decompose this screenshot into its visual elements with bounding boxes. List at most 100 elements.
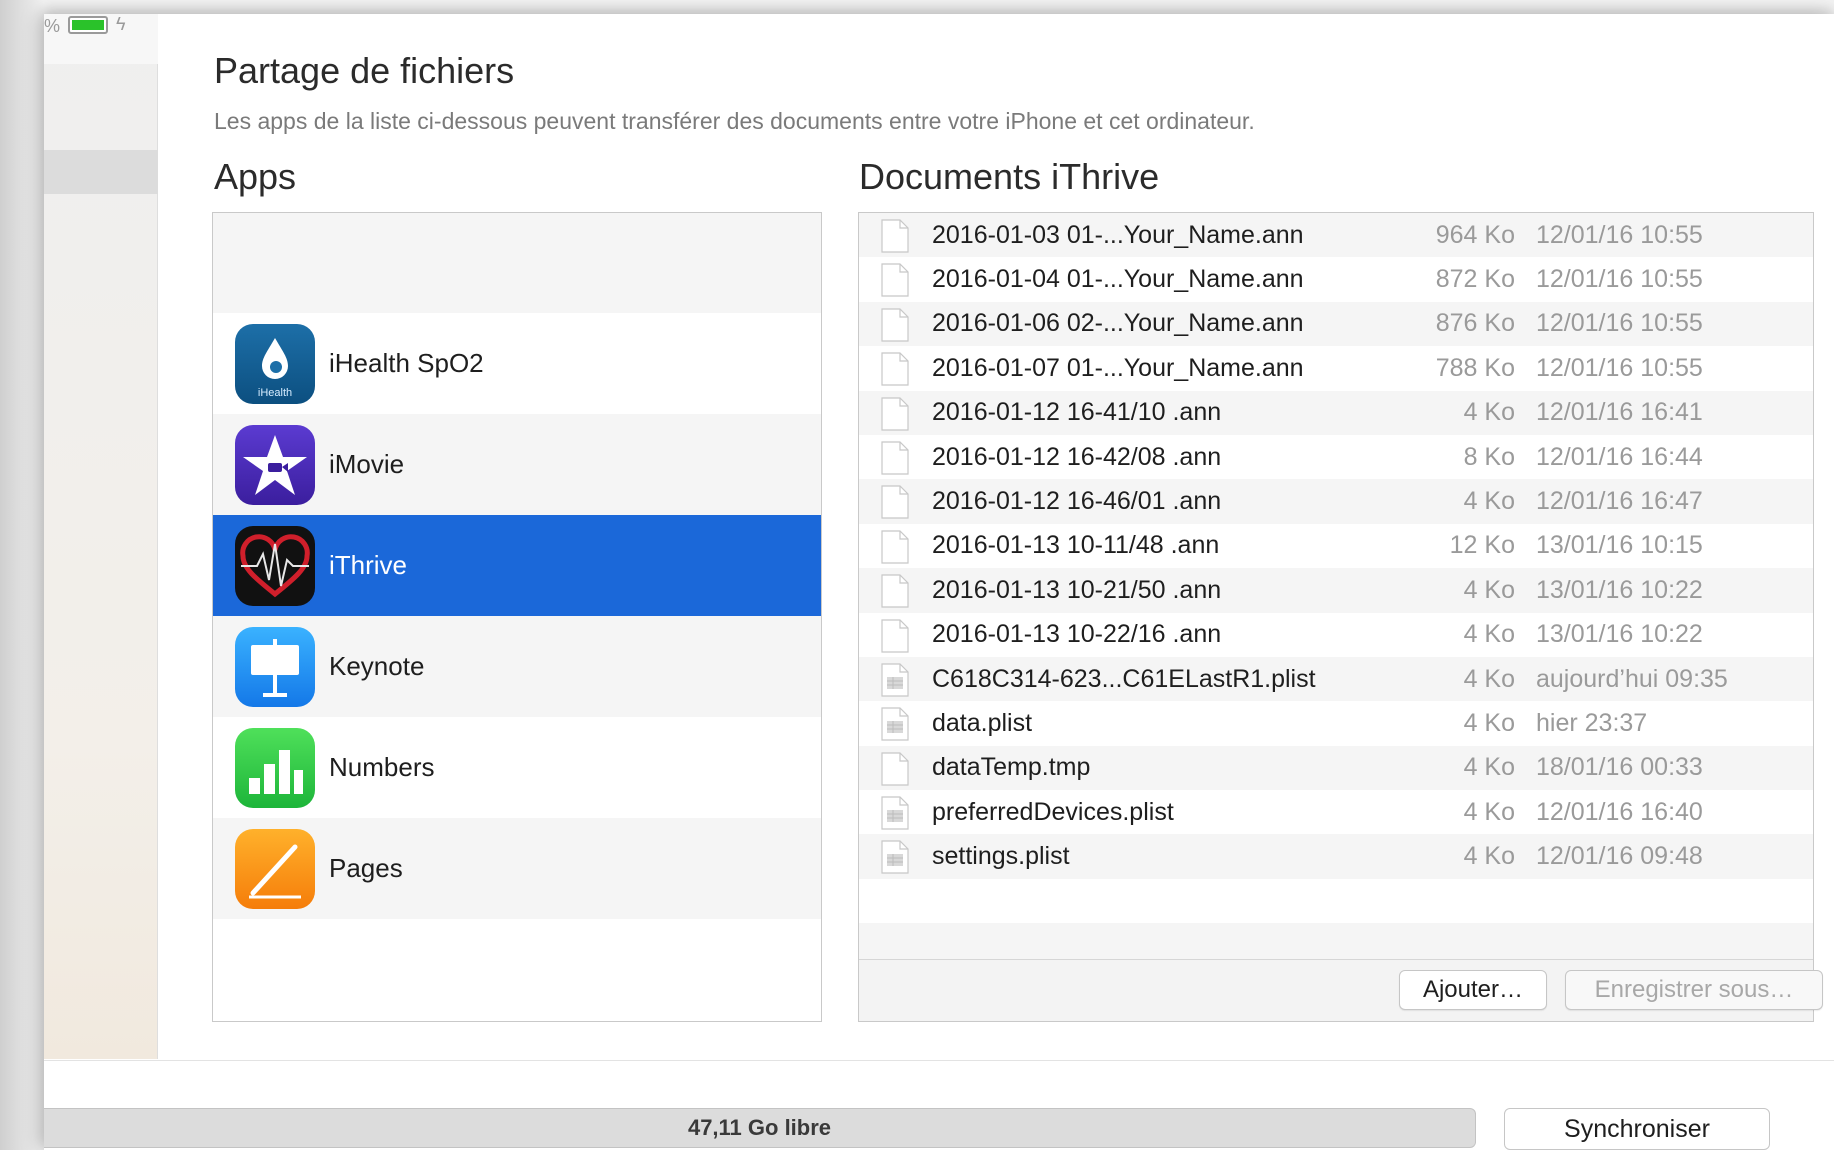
document-size: 4 Ko [1463,487,1515,516]
document-date: 12/01/16 10:55 [1536,353,1703,382]
ihealth-icon-text: iHealth [258,387,292,399]
file-icon [881,441,909,475]
document-name: settings.plist [932,842,1070,871]
documents-list[interactable]: 2016-01-03 01-...Your_Name.ann 964 Ko 12/0… [858,212,1823,1022]
plist-icon [881,707,909,741]
document-name: 2016-01-03 01-...Your_Name.ann [932,220,1304,249]
ithrive-icon [235,525,315,606]
app-row-ithrive[interactable]: iThrive [213,515,821,616]
document-name: dataTemp.tmp [932,753,1091,782]
file-icon [881,752,909,786]
add-button[interactable]: Ajouter… [1399,970,1547,1010]
documents-empty-row [859,878,1813,924]
document-row[interactable]: settings.plist 4 Ko 12/01/16 09:48 [859,834,1813,879]
document-name: 2016-01-13 10-21/50 .ann [932,575,1222,604]
document-name: 2016-01-04 01-...Your_Name.ann [932,265,1304,294]
document-date: 13/01/16 10:22 [1536,620,1703,649]
document-row[interactable]: 2016-01-13 10-21/50 .ann 4 Ko 13/01/16 10:… [859,568,1813,613]
document-size: 4 Ko [1463,708,1515,737]
battery-icon [68,16,108,34]
sidebar: % ϟ [44,14,158,1059]
plist-icon [881,796,909,830]
document-date: 12/01/16 09:48 [1536,842,1703,871]
plist-icon [881,840,909,875]
device-status-bar: % ϟ [44,14,158,64]
app-label: Pages [329,853,403,883]
itunes-window: % ϟ Partage de fichiers Les apps de la l… [44,14,1834,1150]
document-size: 12 Ko [1449,531,1515,560]
document-row[interactable]: data.plist 4 Ko hier 23:37 [859,701,1813,746]
document-size: 4 Ko [1463,842,1515,871]
plist-icon [881,663,909,697]
document-name: 2016-01-12 16-46/01 .ann [932,487,1222,516]
document-date: 12/01/16 16:41 [1536,398,1703,427]
documents-rows: 2016-01-03 01-...Your_Name.ann 964 Ko 12/0… [859,213,1813,879]
app-row-keynote[interactable]: Keynote [213,616,821,717]
document-date: 12/01/16 16:47 [1536,487,1703,516]
document-size: 4 Ko [1463,664,1515,693]
document-row[interactable]: 2016-01-07 01-...Your_Name.ann 788 Ko 12/0… [859,346,1813,391]
document-row[interactable]: 2016-01-04 01-...Your_Name.ann 872 Ko 12/0… [859,257,1813,302]
document-date: 12/01/16 10:55 [1536,220,1703,249]
document-row[interactable]: C618C314-623...C61ELastR1.plist 4 Ko aujou… [859,656,1813,702]
document-name: 2016-01-13 10-11/48 .ann [932,531,1220,560]
document-name: 2016-01-12 16-41/10 .ann [932,398,1222,427]
document-date: hier 23:37 [1536,708,1648,737]
document-row[interactable]: 2016-01-03 01-...Your_Name.ann 964 Ko 12/0… [859,213,1813,258]
document-name: 2016-01-12 16-42/08 .ann [932,442,1222,471]
sidebar-item-file-sharing[interactable] [44,150,158,194]
document-date: 12/01/16 10:55 [1536,309,1703,338]
app-row-numbers[interactable]: Numbers [213,717,821,818]
pages-icon [235,828,315,909]
file-icon [881,219,909,253]
app-label: iMovie [329,449,405,479]
apps-heading: Apps [214,156,297,197]
page-title: Partage de fichiers [214,50,515,91]
document-size: 4 Ko [1463,575,1515,604]
app-label: Keynote [329,651,425,681]
app-label: iHealth SpO2 [329,348,484,378]
document-row[interactable]: 2016-01-12 16-42/08 .ann 8 Ko 12/01/16 16:… [859,434,1813,480]
page-subtitle: Les apps de la liste ci-dessous peuvent … [214,108,1255,134]
document-size: 788 Ko [1435,353,1515,382]
battery-fill [72,20,104,30]
app-row-pages[interactable]: Pages [213,818,821,919]
document-row[interactable]: 2016-01-13 10-11/48 .ann 12 Ko 13/01/16 10… [859,523,1813,569]
file-icon [881,263,909,297]
app-label: Numbers [329,752,435,782]
document-size: 4 Ko [1463,620,1515,649]
keynote-icon [235,626,315,707]
document-size: 964 Ko [1435,220,1515,249]
sync-button[interactable]: Synchroniser [1504,1108,1770,1150]
apps-list[interactable]: iHealth iHealth SpO2 iMovie iThrive Keyn… [212,212,822,1022]
document-row[interactable]: 2016-01-13 10-22/16 .ann 4 Ko 13/01/16 10:… [859,612,1813,657]
document-row[interactable]: 2016-01-12 16-46/01 .ann 4 Ko 12/01/16 16:… [859,479,1813,524]
document-name: data.plist [932,708,1033,737]
app-row-imovie[interactable]: iMovie [213,414,821,515]
file-icon [881,396,909,431]
document-date: 18/01/16 00:33 [1536,753,1703,782]
document-size: 872 Ko [1435,265,1515,294]
apps-list-spacer [213,213,821,313]
file-icon [881,530,909,564]
file-icon [881,574,909,608]
document-name: preferredDevices.plist [932,797,1174,826]
charging-icon: ϟ [116,14,126,34]
footer-divider [44,1060,1834,1061]
numbers-icon [235,727,315,808]
file-icon [881,352,909,386]
document-name: 2016-01-06 02-...Your_Name.ann [932,309,1304,338]
document-row[interactable]: preferredDevices.plist 4 Ko 12/01/16 16:40 [859,790,1813,835]
app-label: iThrive [329,550,408,580]
document-row[interactable]: dataTemp.tmp 4 Ko 18/01/16 00:33 [859,745,1813,791]
storage-capacity-bar: 47,11 Go libre [44,1108,1476,1148]
document-size: 876 Ko [1435,309,1515,338]
document-date: 12/01/16 16:40 [1536,797,1703,826]
document-name: 2016-01-13 10-22/16 .ann [932,620,1222,649]
document-size: 8 Ko [1463,442,1515,471]
document-row[interactable]: 2016-01-06 02-...Your_Name.ann 876 Ko 12/0… [859,301,1813,347]
document-row[interactable]: 2016-01-12 16-41/10 .ann 4 Ko 12/01/16 16:… [859,390,1813,435]
file-icon [881,308,909,342]
app-row-ihealth[interactable]: iHealth iHealth SpO2 [213,313,821,414]
save-as-button[interactable]: Enregistrer sous… [1565,970,1823,1010]
